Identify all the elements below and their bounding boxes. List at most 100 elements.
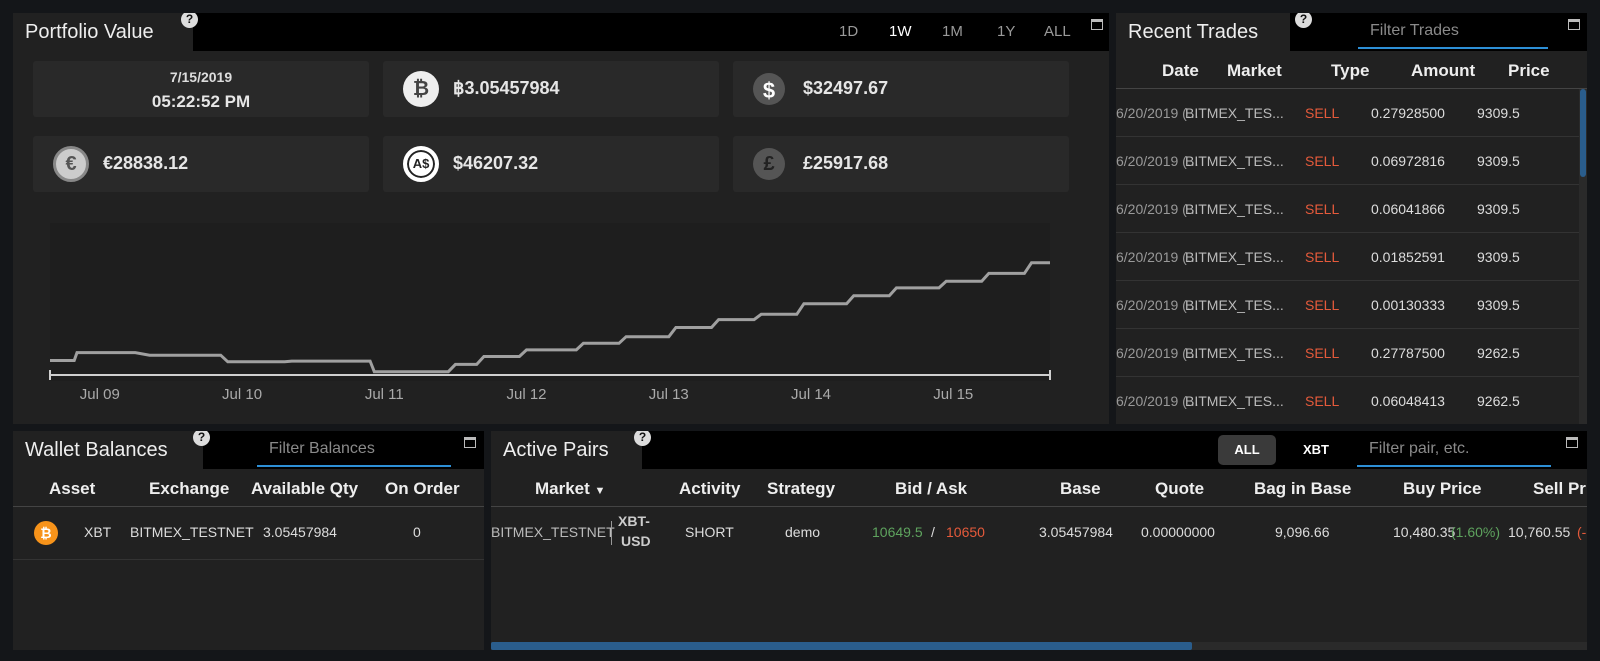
help-icon[interactable]: ? — [634, 431, 651, 446]
trade-price: 9262.5 — [1477, 393, 1520, 409]
pair-sell-pct: (- — [1577, 524, 1587, 540]
trade-market: BITMEX_TES... — [1185, 297, 1284, 313]
trade-price: 9309.5 — [1477, 201, 1520, 217]
portfolio-panel: Portfolio Value ? 1D 1W 1M 1Y ALL 7/15/2… — [13, 13, 1109, 424]
pair-quote: 0.00000000 — [1141, 524, 1215, 540]
wallet-row[interactable]: ₿ XBT BITMEX_TESTNET 3.05457984 0 — [13, 507, 484, 559]
pair-ask: 10650 — [946, 524, 985, 540]
filter-all-toggle[interactable]: ALL — [1218, 435, 1276, 465]
trade-market: BITMEX_TES... — [1185, 105, 1284, 121]
range-1m-button[interactable]: 1M — [942, 23, 963, 40]
x-tick-label: Jul 13 — [649, 386, 689, 403]
trade-row[interactable]: 6/20/2019 (... BITMEX_TES... SELL 0.0185259… — [1116, 233, 1579, 281]
sort-desc-icon: ▼ — [594, 485, 606, 497]
maximize-icon[interactable] — [1568, 19, 1580, 30]
trade-row[interactable]: 6/20/2019 (... BITMEX_TES... SELL 0.2792850… — [1116, 89, 1579, 137]
maximize-icon[interactable] — [464, 437, 476, 448]
pair-row[interactable]: BITMEX_TESTNET XBT- USD SHORT demo 10649… — [491, 507, 1587, 559]
range-all-button[interactable]: ALL — [1044, 23, 1071, 40]
portfolio-header: Portfolio Value ? 1D 1W 1M 1Y ALL — [13, 13, 1109, 51]
wallet-on-order: 0 — [413, 524, 421, 540]
col-base[interactable]: Base — [1060, 479, 1101, 499]
filter-trades-input[interactable] — [1358, 15, 1548, 49]
trade-price: 9309.5 — [1477, 153, 1520, 169]
x-tick-label: Jul 15 — [933, 386, 973, 403]
col-price[interactable]: Price — [1508, 61, 1550, 81]
pound-icon: £ — [753, 148, 785, 180]
col-bid-ask[interactable]: Bid / Ask — [895, 479, 967, 499]
trade-price: 9262.5 — [1477, 345, 1520, 361]
x-tick-label: Jul 14 — [791, 386, 831, 403]
pairs-h-scroll-thumb[interactable] — [491, 642, 1193, 650]
trade-market: BITMEX_TES... — [1185, 249, 1284, 265]
wallet-asset: XBT — [84, 524, 112, 540]
datetime-card: 7/15/2019 05:22:52 PM — [33, 61, 369, 117]
portfolio-date: 7/15/2019 — [169, 69, 233, 85]
col-type[interactable]: Type — [1331, 61, 1369, 81]
trade-row[interactable]: 6/20/2019 (... BITMEX_TES... SELL 0.0697281… — [1116, 137, 1579, 185]
aud-value-card: A$ $46207.32 — [383, 136, 719, 192]
trade-type: SELL — [1305, 393, 1340, 409]
maximize-icon[interactable] — [1566, 437, 1578, 448]
trades-scrollbar[interactable] — [1579, 89, 1587, 424]
euro-icon: € — [53, 146, 89, 182]
pair-strategy: demo — [785, 524, 821, 540]
btc-value: ฿3.05457984 — [453, 78, 560, 98]
pair-divider — [611, 521, 612, 545]
aud-value: $46207.32 — [453, 153, 539, 173]
wallet-panel: Wallet Balances ? Asset Exchange Availab… — [13, 431, 484, 650]
trade-row[interactable]: 6/20/2019 (... BITMEX_TES... SELL 0.0604186… — [1116, 185, 1579, 233]
col-market[interactable]: Market — [1227, 61, 1282, 81]
col-activity[interactable]: Activity — [679, 479, 740, 499]
bitcoin-icon: ₿ — [403, 71, 439, 107]
wallet-available: 3.05457984 — [263, 524, 337, 540]
range-1w-button[interactable]: 1W — [889, 23, 912, 40]
trades-scroll-thumb[interactable] — [1580, 89, 1586, 177]
trade-amount: 0.06048413 — [1371, 393, 1445, 409]
col-quote[interactable]: Quote — [1155, 479, 1204, 499]
btc-value-card: ₿ ฿3.05457984 — [383, 61, 719, 117]
filter-pairs-input[interactable] — [1357, 433, 1551, 467]
col-amount[interactable]: Amount — [1411, 61, 1475, 81]
pair-bid: 10649.5 — [872, 524, 923, 540]
x-tick-label: Jul 12 — [507, 386, 547, 403]
trade-amount: 0.00130333 — [1371, 297, 1445, 313]
col-market[interactable]: Market ▼ — [535, 479, 605, 499]
maximize-icon[interactable] — [1091, 19, 1103, 30]
col-available-qty[interactable]: Available Qty — [251, 479, 358, 499]
trade-row[interactable]: 6/20/2019 (... BITMEX_TES... SELL 0.0013033… — [1116, 281, 1579, 329]
col-buy-price[interactable]: Buy Price — [1403, 479, 1481, 499]
pairs-title: Active Pairs — [491, 431, 642, 469]
pairs-h-scrollbar[interactable] — [491, 642, 1587, 650]
col-bag-in-base[interactable]: Bag in Base — [1254, 479, 1351, 499]
dollar-icon: $ — [753, 73, 785, 105]
trade-market: BITMEX_TES... — [1185, 153, 1284, 169]
pair-activity: SHORT — [685, 524, 734, 540]
pair-bid-ask-separator: / — [931, 524, 935, 540]
filter-balances-input[interactable] — [257, 433, 451, 467]
pairs-header: Active Pairs ? ALL XBT — [491, 431, 1587, 469]
trade-row[interactable]: 6/20/2019 (... BITMEX_TES... SELL 0.2778750… — [1116, 329, 1579, 377]
trade-amount: 0.27928500 — [1371, 105, 1445, 121]
col-exchange[interactable]: Exchange — [149, 479, 229, 499]
range-1d-button[interactable]: 1D — [839, 23, 858, 40]
pair-sell-price: 10,760.55 — [1508, 524, 1571, 540]
pair-exchange: BITMEX_TESTNET — [491, 524, 615, 540]
col-strategy[interactable]: Strategy — [767, 479, 835, 499]
help-icon[interactable]: ? — [193, 431, 210, 446]
help-icon[interactable]: ? — [181, 13, 198, 28]
filter-xbt-toggle[interactable]: XBT — [1287, 435, 1345, 465]
trades-header: Recent Trades ? — [1116, 13, 1587, 51]
pair-bag-in-base: 9,096.66 — [1275, 524, 1330, 540]
portfolio-time: 05:22:52 PM — [151, 92, 251, 111]
col-asset[interactable]: Asset — [49, 479, 95, 499]
col-on-order[interactable]: On Order — [385, 479, 460, 499]
help-icon[interactable]: ? — [1295, 13, 1312, 28]
range-1y-button[interactable]: 1Y — [997, 23, 1015, 40]
col-date[interactable]: Date — [1162, 61, 1199, 81]
pair-symbol-2: USD — [621, 533, 651, 549]
gbp-value-card: £ £25917.68 — [733, 136, 1069, 192]
trade-row[interactable]: 6/20/2019 (... BITMEX_TES... SELL 0.0604841… — [1116, 377, 1579, 424]
col-sell-price[interactable]: Sell Pri — [1533, 479, 1587, 499]
trade-type: SELL — [1305, 105, 1340, 121]
